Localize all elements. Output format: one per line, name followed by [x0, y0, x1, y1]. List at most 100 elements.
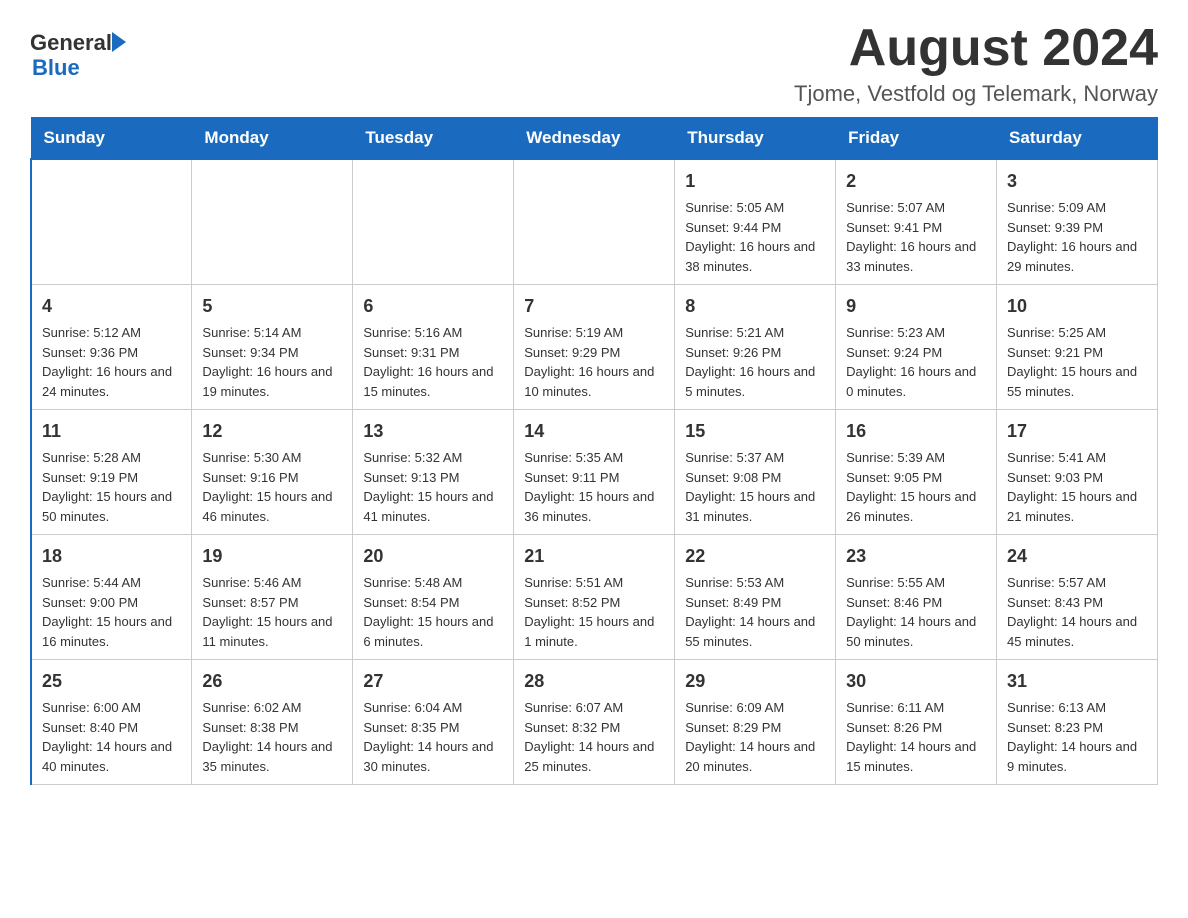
day-info: Sunrise: 5:44 AMSunset: 9:00 PMDaylight:…: [42, 573, 181, 651]
day-info: Sunrise: 5:05 AMSunset: 9:44 PMDaylight:…: [685, 198, 825, 276]
day-info: Sunrise: 5:14 AMSunset: 9:34 PMDaylight:…: [202, 323, 342, 401]
day-number: 31: [1007, 668, 1147, 695]
day-info: Sunrise: 5:09 AMSunset: 9:39 PMDaylight:…: [1007, 198, 1147, 276]
calendar-cell: 12 Sunrise: 5:30 AMSunset: 9:16 PMDayligh…: [192, 410, 353, 535]
col-saturday: Saturday: [997, 118, 1158, 160]
day-info: Sunrise: 5:19 AMSunset: 9:29 PMDaylight:…: [524, 323, 664, 401]
day-info: Sunrise: 5:12 AMSunset: 9:36 PMDaylight:…: [42, 323, 181, 401]
day-info: Sunrise: 5:32 AMSunset: 9:13 PMDaylight:…: [363, 448, 503, 526]
day-number: 11: [42, 418, 181, 445]
location-title: Tjome, Vestfold og Telemark, Norway: [794, 81, 1158, 107]
calendar-cell: 6 Sunrise: 5:16 AMSunset: 9:31 PMDaylight…: [353, 285, 514, 410]
day-number: 17: [1007, 418, 1147, 445]
col-thursday: Thursday: [675, 118, 836, 160]
calendar-cell: [514, 159, 675, 285]
day-info: Sunrise: 6:02 AMSunset: 8:38 PMDaylight:…: [202, 698, 342, 776]
calendar-cell: 24Sunrise: 5:57 AMSunset: 8:43 PMDayligh…: [997, 535, 1158, 660]
calendar-cell: 19 Sunrise: 5:46 AMSunset: 8:57 PMDayligh…: [192, 535, 353, 660]
week-row-3: 11 Sunrise: 5:28 AMSunset: 9:19 PMDayligh…: [31, 410, 1158, 535]
title-area: August 2024 Tjome, Vestfold og Telemark,…: [794, 20, 1158, 107]
col-sunday: Sunday: [31, 118, 192, 160]
day-number: 29: [685, 668, 825, 695]
calendar-cell: [192, 159, 353, 285]
day-info: Sunrise: 5:48 AMSunset: 8:54 PMDaylight:…: [363, 573, 503, 651]
day-number: 22: [685, 543, 825, 570]
day-info: Sunrise: 5:25 AMSunset: 9:21 PMDaylight:…: [1007, 323, 1147, 401]
day-info: Sunrise: 6:04 AMSunset: 8:35 PMDaylight:…: [363, 698, 503, 776]
day-info: Sunrise: 6:07 AMSunset: 8:32 PMDaylight:…: [524, 698, 664, 776]
calendar-cell: 2Sunrise: 5:07 AMSunset: 9:41 PMDaylight…: [836, 159, 997, 285]
day-number: 6: [363, 293, 503, 320]
calendar-cell: [353, 159, 514, 285]
calendar-table: Sunday Monday Tuesday Wednesday Thursday…: [30, 117, 1158, 785]
day-number: 13: [363, 418, 503, 445]
day-info: Sunrise: 5:35 AMSunset: 9:11 PMDaylight:…: [524, 448, 664, 526]
logo-blue-text: Blue: [32, 55, 126, 80]
day-info: Sunrise: 5:55 AMSunset: 8:46 PMDaylight:…: [846, 573, 986, 651]
day-number: 18: [42, 543, 181, 570]
calendar-cell: 8Sunrise: 5:21 AMSunset: 9:26 PMDaylight…: [675, 285, 836, 410]
week-row-5: 25Sunrise: 6:00 AMSunset: 8:40 PMDayligh…: [31, 660, 1158, 785]
day-info: Sunrise: 5:39 AMSunset: 9:05 PMDaylight:…: [846, 448, 986, 526]
calendar-cell: 9 Sunrise: 5:23 AMSunset: 9:24 PMDaylight…: [836, 285, 997, 410]
day-info: Sunrise: 5:23 AMSunset: 9:24 PMDaylight:…: [846, 323, 986, 401]
col-wednesday: Wednesday: [514, 118, 675, 160]
calendar-cell: 26Sunrise: 6:02 AMSunset: 8:38 PMDayligh…: [192, 660, 353, 785]
calendar-cell: 18 Sunrise: 5:44 AMSunset: 9:00 PMDayligh…: [31, 535, 192, 660]
week-row-1: 1 Sunrise: 5:05 AMSunset: 9:44 PMDaylight…: [31, 159, 1158, 285]
logo: General Blue: [30, 20, 126, 81]
calendar-cell: 5 Sunrise: 5:14 AMSunset: 9:34 PMDaylight…: [192, 285, 353, 410]
header-row: Sunday Monday Tuesday Wednesday Thursday…: [31, 118, 1158, 160]
calendar-cell: 31 Sunrise: 6:13 AMSunset: 8:23 PMDayligh…: [997, 660, 1158, 785]
calendar-cell: 10Sunrise: 5:25 AMSunset: 9:21 PMDayligh…: [997, 285, 1158, 410]
day-info: Sunrise: 5:46 AMSunset: 8:57 PMDaylight:…: [202, 573, 342, 651]
calendar-header: Sunday Monday Tuesday Wednesday Thursday…: [31, 118, 1158, 160]
page-header: General Blue August 2024 Tjome, Vestfold…: [30, 20, 1158, 107]
day-info: Sunrise: 6:13 AMSunset: 8:23 PMDaylight:…: [1007, 698, 1147, 776]
day-number: 3: [1007, 168, 1147, 195]
calendar-cell: 4 Sunrise: 5:12 AMSunset: 9:36 PMDaylight…: [31, 285, 192, 410]
logo-general-text: General: [30, 30, 112, 55]
calendar-cell: 7 Sunrise: 5:19 AMSunset: 9:29 PMDaylight…: [514, 285, 675, 410]
calendar-cell: 25Sunrise: 6:00 AMSunset: 8:40 PMDayligh…: [31, 660, 192, 785]
day-info: Sunrise: 5:53 AMSunset: 8:49 PMDaylight:…: [685, 573, 825, 651]
day-number: 24: [1007, 543, 1147, 570]
day-number: 19: [202, 543, 342, 570]
calendar-cell: 22 Sunrise: 5:53 AMSunset: 8:49 PMDayligh…: [675, 535, 836, 660]
calendar-cell: 16Sunrise: 5:39 AMSunset: 9:05 PMDayligh…: [836, 410, 997, 535]
day-number: 21: [524, 543, 664, 570]
week-row-4: 18 Sunrise: 5:44 AMSunset: 9:00 PMDayligh…: [31, 535, 1158, 660]
day-number: 9: [846, 293, 986, 320]
day-number: 4: [42, 293, 181, 320]
day-info: Sunrise: 6:00 AMSunset: 8:40 PMDaylight:…: [42, 698, 181, 776]
calendar-cell: 21Sunrise: 5:51 AMSunset: 8:52 PMDayligh…: [514, 535, 675, 660]
day-number: 20: [363, 543, 503, 570]
day-number: 1: [685, 168, 825, 195]
calendar-cell: [31, 159, 192, 285]
day-info: Sunrise: 5:37 AMSunset: 9:08 PMDaylight:…: [685, 448, 825, 526]
calendar-cell: 28 Sunrise: 6:07 AMSunset: 8:32 PMDayligh…: [514, 660, 675, 785]
day-number: 30: [846, 668, 986, 695]
day-number: 23: [846, 543, 986, 570]
day-number: 12: [202, 418, 342, 445]
day-info: Sunrise: 5:41 AMSunset: 9:03 PMDaylight:…: [1007, 448, 1147, 526]
day-number: 14: [524, 418, 664, 445]
day-info: Sunrise: 5:30 AMSunset: 9:16 PMDaylight:…: [202, 448, 342, 526]
logo-arrow-icon: [112, 32, 126, 52]
day-number: 15: [685, 418, 825, 445]
calendar-cell: 29 Sunrise: 6:09 AMSunset: 8:29 PMDayligh…: [675, 660, 836, 785]
day-info: Sunrise: 6:09 AMSunset: 8:29 PMDaylight:…: [685, 698, 825, 776]
calendar-cell: 14 Sunrise: 5:35 AMSunset: 9:11 PMDayligh…: [514, 410, 675, 535]
day-info: Sunrise: 5:28 AMSunset: 9:19 PMDaylight:…: [42, 448, 181, 526]
day-number: 7: [524, 293, 664, 320]
calendar-cell: 23 Sunrise: 5:55 AMSunset: 8:46 PMDayligh…: [836, 535, 997, 660]
day-info: Sunrise: 5:16 AMSunset: 9:31 PMDaylight:…: [363, 323, 503, 401]
col-friday: Friday: [836, 118, 997, 160]
calendar-cell: 20 Sunrise: 5:48 AMSunset: 8:54 PMDayligh…: [353, 535, 514, 660]
calendar-body: 1 Sunrise: 5:05 AMSunset: 9:44 PMDaylight…: [31, 159, 1158, 785]
day-number: 28: [524, 668, 664, 695]
calendar-cell: 27Sunrise: 6:04 AMSunset: 8:35 PMDayligh…: [353, 660, 514, 785]
day-number: 5: [202, 293, 342, 320]
week-row-2: 4 Sunrise: 5:12 AMSunset: 9:36 PMDaylight…: [31, 285, 1158, 410]
calendar-cell: 1 Sunrise: 5:05 AMSunset: 9:44 PMDaylight…: [675, 159, 836, 285]
